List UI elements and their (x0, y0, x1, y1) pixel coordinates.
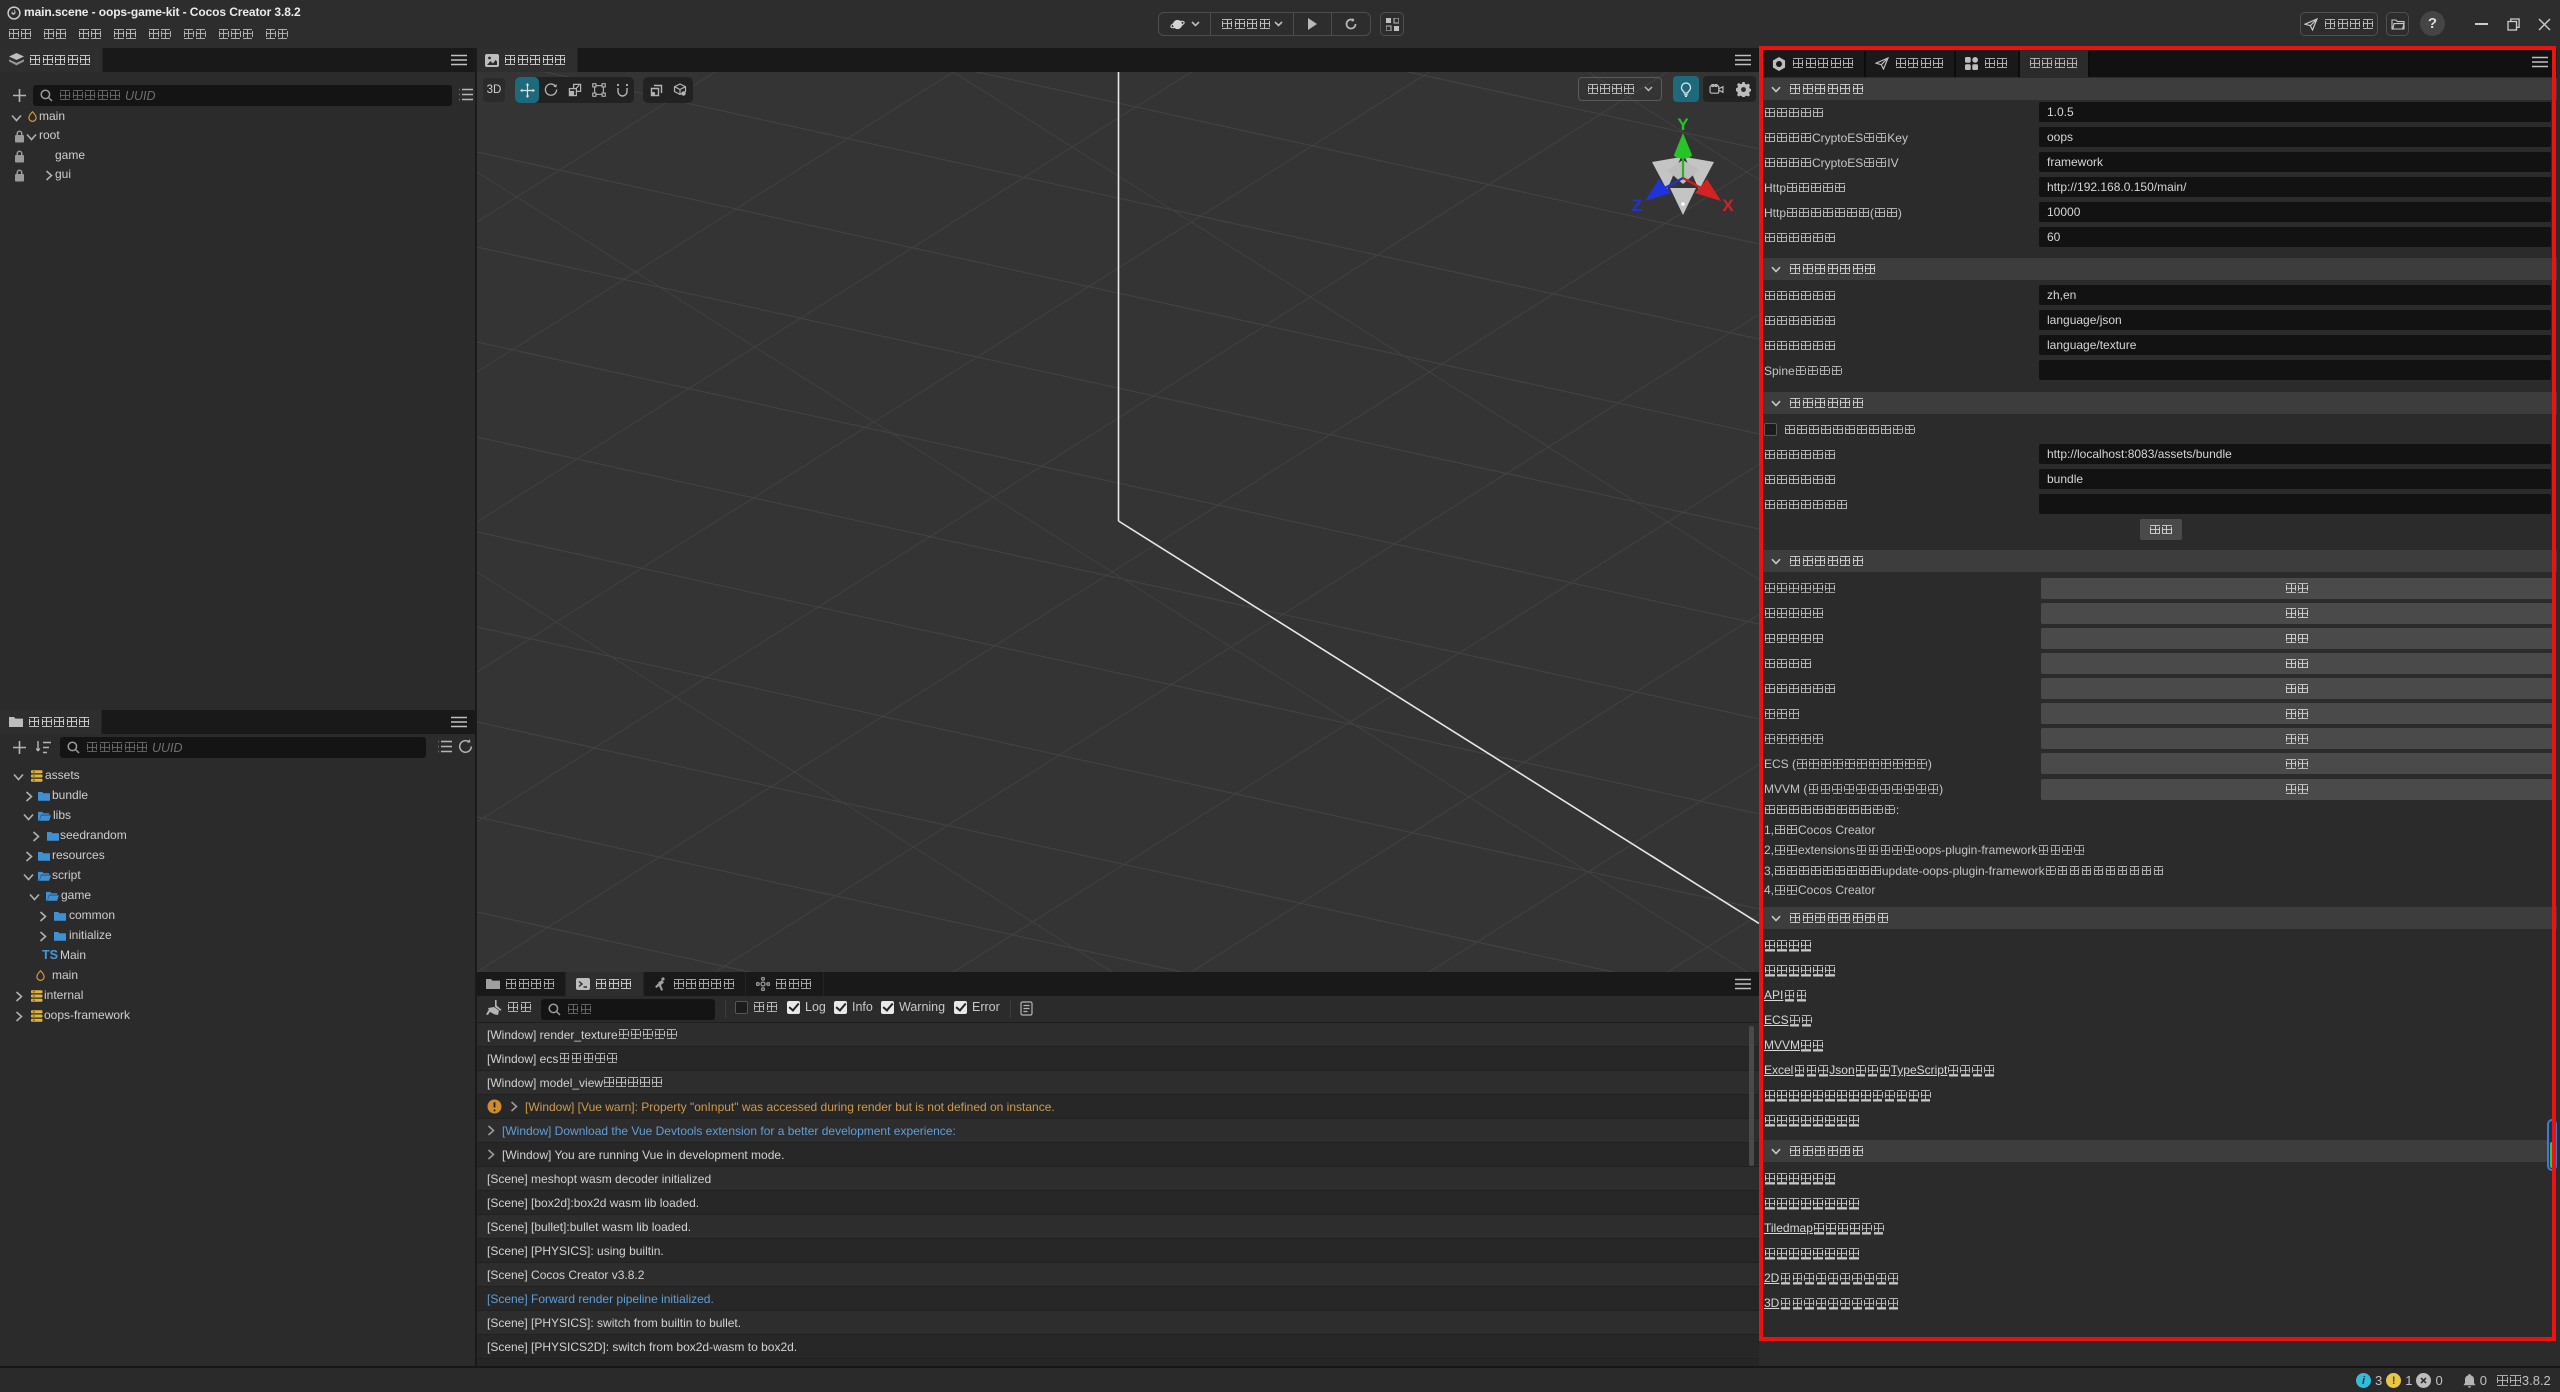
svg-text:X: X (1722, 196, 1734, 215)
svg-text:Z: Z (1632, 196, 1642, 215)
svg-text:Y: Y (1677, 115, 1689, 134)
